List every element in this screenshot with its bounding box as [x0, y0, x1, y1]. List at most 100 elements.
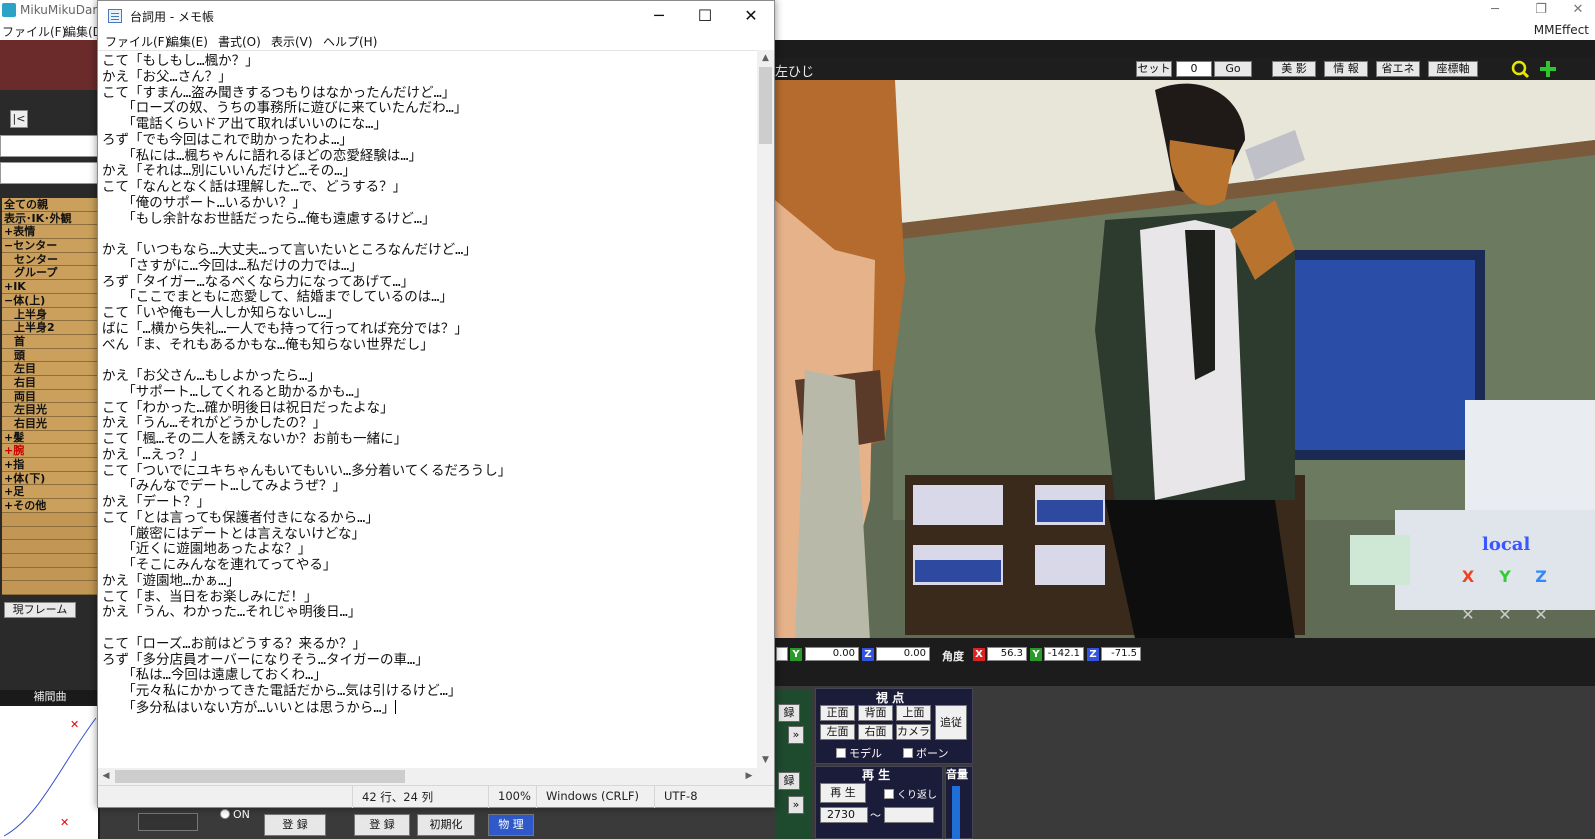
axis-button[interactable]: 座標軸: [1428, 61, 1478, 77]
interpolation-curve-graph[interactable]: ✕ ✕: [0, 706, 98, 839]
linear-interp-button[interactable]: [138, 813, 198, 831]
bone-row[interactable]: 首: [2, 334, 98, 349]
mmeffect-menu[interactable]: MMEffect: [1534, 23, 1589, 37]
horizontal-scrollbar[interactable]: ◀ ▶: [98, 768, 757, 785]
info-button[interactable]: 情 報: [1324, 61, 1368, 77]
y-axis-icon[interactable]: Y: [1494, 566, 1516, 588]
menu-file[interactable]: ファイル(F): [105, 33, 169, 50]
maximize-icon[interactable]: ☐: [682, 1, 728, 31]
mmd-close-icon[interactable]: ✕: [1555, 0, 1595, 22]
menu-format[interactable]: 書式(O): [218, 33, 261, 50]
notepad-titlebar[interactable]: 台詞用 - メモ帳 ─ ☐ ✕: [98, 1, 774, 31]
eco-button[interactable]: 省エネ: [1376, 61, 1420, 77]
volume-slider[interactable]: [952, 786, 960, 839]
text-editor[interactable]: こて「もしもし…楓か？」 かえ「お父…さん？」 こて「すまん…盗み聞きするつもりはな…: [98, 50, 757, 768]
bone-row[interactable]: 左目: [2, 362, 98, 376]
view-left-button[interactable]: 左面: [820, 724, 855, 740]
play-button[interactable]: 再 生: [820, 783, 866, 803]
model-checkbox[interactable]: モデル: [836, 745, 882, 761]
bone-checkbox[interactable]: ボーン: [903, 745, 948, 761]
bone-row[interactable]: グループ: [2, 266, 98, 281]
rot-x-field[interactable]: 56.3: [987, 647, 1027, 661]
bone-row[interactable]: +表情: [2, 225, 98, 240]
bone-row[interactable]: +体(下): [2, 471, 98, 486]
expand-icon[interactable]: »: [788, 726, 804, 744]
scroll-down-icon[interactable]: ▼: [757, 752, 774, 768]
bone-row[interactable]: 左目光: [2, 403, 98, 417]
play-from-frame-field[interactable]: 2730: [820, 807, 868, 823]
bone-row-selected[interactable]: +腕: [2, 444, 98, 459]
scroll-up-icon[interactable]: ▲: [757, 50, 774, 66]
bone-row[interactable]: +指: [2, 458, 98, 472]
view-back-button[interactable]: 背面: [858, 705, 893, 721]
model-select[interactable]: [0, 135, 98, 157]
beauty-shadow-button[interactable]: 美 影: [1272, 61, 1316, 77]
vertical-scrollbar[interactable]: ▲ ▼: [757, 50, 774, 768]
bone-row[interactable]: 右目: [2, 375, 98, 390]
bone-row[interactable]: 全ての親: [2, 198, 98, 212]
scroll-right-icon[interactable]: ▶: [741, 768, 757, 785]
horizontal-scroll-thumb[interactable]: [115, 770, 405, 783]
bone-row[interactable]: −体(上): [2, 293, 98, 308]
bone-row[interactable]: +その他: [2, 499, 98, 513]
menu-view[interactable]: 表示(V): [271, 33, 313, 50]
bone-row[interactable]: 頭: [2, 348, 98, 363]
scroll-left-icon[interactable]: ◀: [98, 768, 114, 785]
current-frame-button[interactable]: 現フレーム: [4, 602, 76, 618]
menu-edit[interactable]: 編集(E): [167, 33, 208, 50]
bone-row[interactable]: −センター: [2, 239, 98, 253]
menu-help[interactable]: ヘルプ(H): [323, 33, 377, 50]
model-field[interactable]: [0, 162, 98, 184]
close-icon[interactable]: ✕: [728, 1, 774, 31]
z-axis-icon[interactable]: Z: [1530, 566, 1552, 588]
minimize-icon[interactable]: ─: [636, 1, 682, 31]
frame-start-button[interactable]: |<: [10, 110, 28, 128]
on-radio[interactable]: ON: [220, 808, 250, 821]
z-rotate-icon[interactable]: ✕: [1530, 604, 1552, 626]
bone-row[interactable]: +髪: [2, 430, 98, 445]
register-button-1[interactable]: 登 録: [264, 814, 326, 836]
bone-row[interactable]: 上半身: [2, 307, 98, 322]
desktop: MikuMikuDanc ─ ❐ ✕ ファイル(F) 編集(D MMEffect…: [0, 0, 1595, 839]
3d-viewport[interactable]: [775, 80, 1595, 638]
x-axis-icon[interactable]: X: [1457, 566, 1479, 588]
y-rotate-icon[interactable]: ✕: [1494, 604, 1516, 626]
bone-row[interactable]: 右目光: [2, 417, 98, 431]
play-to-frame-field[interactable]: [884, 807, 934, 823]
register-button-bottom[interactable]: 録: [778, 772, 800, 790]
rot-z-field[interactable]: -71.5: [1101, 647, 1141, 661]
go-button[interactable]: Go: [1214, 61, 1252, 77]
bone-row[interactable]: +IK: [2, 280, 98, 294]
frame-input[interactable]: 0: [1176, 61, 1212, 77]
zoom-icon[interactable]: [1510, 59, 1530, 79]
angle-label: 角度: [942, 650, 964, 663]
repeat-checkbox[interactable]: くり返し: [884, 786, 937, 801]
pos-y-field[interactable]: 0.00: [805, 647, 859, 661]
bone-row[interactable]: 上半身2: [2, 321, 98, 335]
text-line: 「ここでまともに恋愛して、結婚までしているのは…」: [102, 289, 453, 306]
register-button-2[interactable]: 登 録: [354, 814, 410, 836]
set-button[interactable]: セット: [1136, 61, 1172, 77]
register-button-top[interactable]: 録: [778, 704, 800, 722]
view-follow-button[interactable]: 追従: [935, 705, 967, 740]
expand-icon[interactable]: »: [788, 796, 804, 814]
bone-row[interactable]: +足: [2, 485, 98, 500]
view-right-button[interactable]: 右面: [858, 724, 893, 740]
view-camera-button[interactable]: カメラ: [896, 724, 931, 740]
bone-row[interactable]: 両目: [2, 389, 98, 404]
pos-z-field[interactable]: 0.00: [876, 647, 930, 661]
x-rotate-icon[interactable]: ✕: [1457, 604, 1479, 626]
pos-x-field[interactable]: [776, 647, 788, 661]
mmd-menu-file[interactable]: ファイル(F): [2, 23, 66, 40]
move-icon[interactable]: [1538, 59, 1558, 79]
init-button[interactable]: 初期化: [417, 814, 475, 836]
mmd-minimize-icon[interactable]: ─: [1472, 0, 1518, 22]
bone-row[interactable]: センター: [2, 252, 98, 267]
rot-y-field[interactable]: -142.1: [1044, 647, 1084, 661]
interpolation-label: 補間曲: [0, 690, 100, 704]
vertical-scroll-thumb[interactable]: [759, 67, 772, 144]
view-front-button[interactable]: 正面: [820, 705, 855, 721]
physics-button[interactable]: 物 理: [488, 814, 534, 836]
view-top-button[interactable]: 上面: [896, 705, 931, 721]
bone-row[interactable]: 表示･IK･外観: [2, 211, 98, 226]
